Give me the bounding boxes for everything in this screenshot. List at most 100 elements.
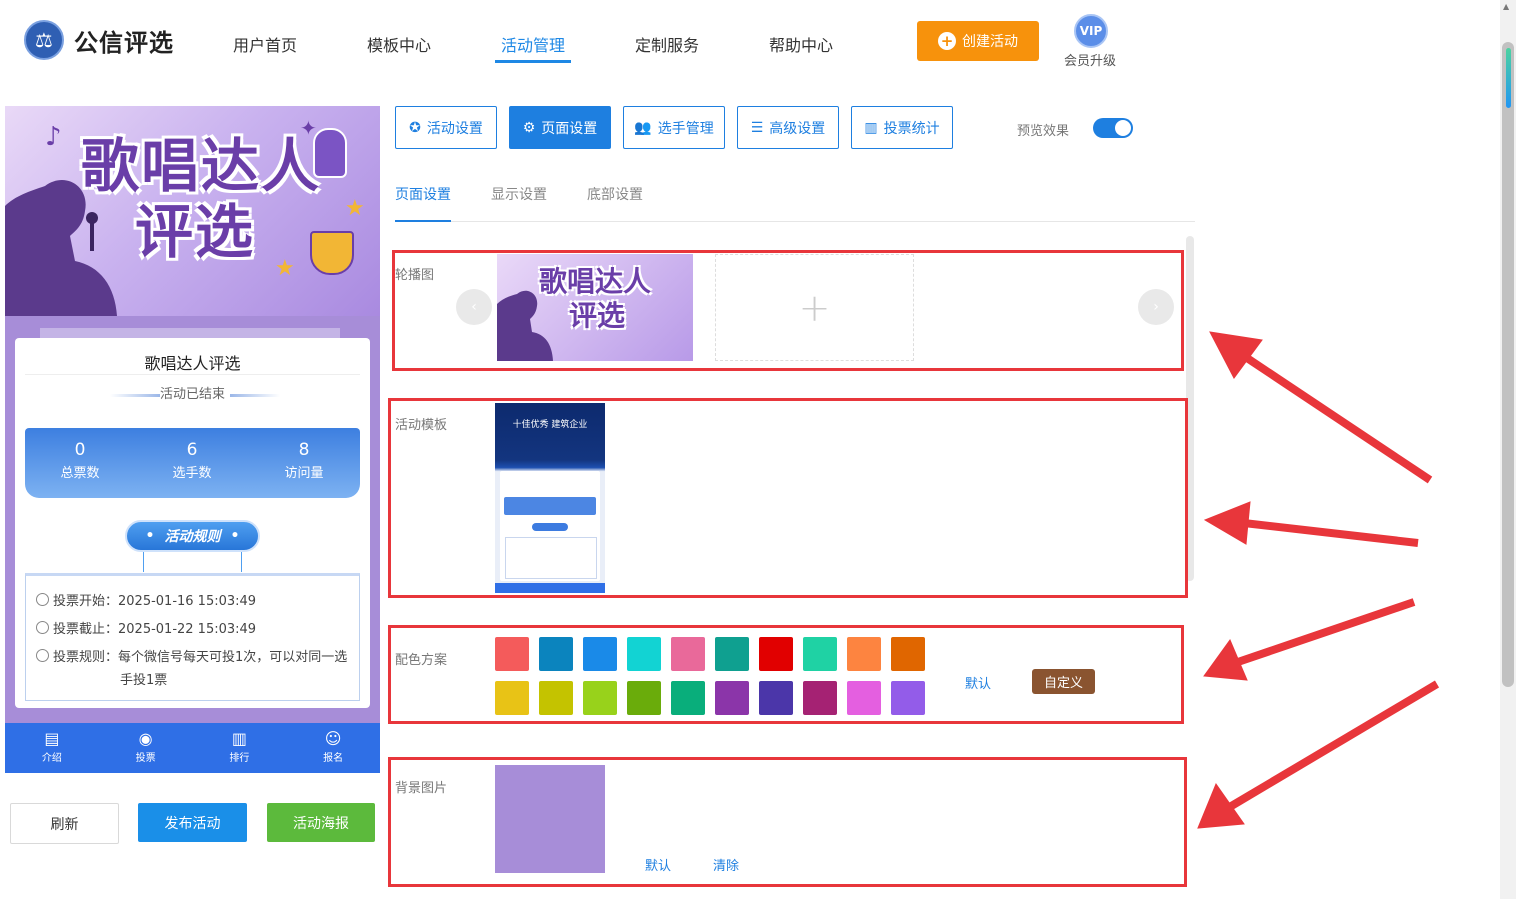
chevron-left-icon: ‹ <box>471 299 477 315</box>
button-label: 选手管理 <box>657 120 714 137</box>
nav-item-home[interactable]: 用户首页 <box>233 32 297 56</box>
color-swatch[interactable] <box>715 681 749 715</box>
nav-item-templates[interactable]: 模板中心 <box>367 32 431 56</box>
tab-vote[interactable]: ◉ 投票 <box>99 723 193 773</box>
stat-value: 8 <box>298 440 310 460</box>
color-swatch[interactable] <box>759 637 793 671</box>
activity-rules-button[interactable]: • 活动规则 • <box>125 520 260 552</box>
template-thumbnail[interactable]: 十佳优秀 建筑企业 <box>495 403 605 593</box>
background-clear-link[interactable]: 清除 <box>713 855 739 874</box>
carousel-label: 轮播图 <box>395 268 435 283</box>
color-swatch[interactable] <box>627 681 661 715</box>
tab-label: 介绍 <box>41 753 62 764</box>
carousel-image-text-2: 评选 <box>569 299 626 332</box>
background-default-link[interactable]: 默认 <box>645 855 671 874</box>
chevron-right-icon: › <box>1153 299 1159 315</box>
button-label: 投票统计 <box>883 120 940 137</box>
plus-icon: + <box>798 285 831 330</box>
rule-text: 投票规则：每个微信号每天可投1次，可以对同一选 <box>36 646 347 669</box>
color-swatch[interactable] <box>759 681 793 715</box>
color-swatch[interactable] <box>847 681 881 715</box>
tab-ranking[interactable]: ▥ 排行 <box>193 723 287 773</box>
users-icon: 👥 <box>634 119 652 136</box>
nav-item-activity-management[interactable]: 活动管理 <box>501 32 565 56</box>
button-label: 活动设置 <box>426 120 483 137</box>
color-swatch[interactable] <box>803 637 837 671</box>
color-default-link[interactable]: 默认 <box>965 673 991 692</box>
vip-icon[interactable]: VIP <box>1074 14 1108 48</box>
color-swatch[interactable] <box>583 637 617 671</box>
subtab-display-settings[interactable]: 显示设置 <box>491 184 547 204</box>
button-label: 页面设置 <box>541 120 598 137</box>
color-swatch[interactable] <box>495 681 529 715</box>
stat-visits: 8 访问量 <box>249 440 359 481</box>
advanced-settings-button[interactable]: ☰ 高级设置 <box>737 106 839 149</box>
subtab-footer-settings[interactable]: 底部设置 <box>587 184 643 204</box>
tab-signup[interactable]: ☺ 报名 <box>286 723 380 773</box>
color-swatch[interactable] <box>847 637 881 671</box>
settings-list-icon: ☰ <box>750 119 764 136</box>
info-icon <box>36 649 49 662</box>
logo[interactable]: ⚖ 公信评选 <box>24 20 174 60</box>
bar-chart-icon: ▥ <box>864 119 878 136</box>
create-activity-label: 创建活动 <box>962 34 1018 50</box>
color-swatch[interactable] <box>891 637 925 671</box>
activity-status: 活动已结束 <box>159 387 225 402</box>
arrow-carousel <box>1232 346 1433 484</box>
background-image-thumbnail[interactable] <box>495 765 605 873</box>
subtab-divider <box>395 221 1195 222</box>
member-upgrade-link[interactable]: 会员升级 <box>1064 50 1116 69</box>
arrow-background <box>1225 680 1440 812</box>
activity-settings-button[interactable]: ✪ 活动设置 <box>395 106 497 149</box>
publish-activity-button[interactable]: 发布活动 <box>138 803 247 842</box>
nav-item-custom-service[interactable]: 定制服务 <box>635 32 699 56</box>
status-decor-right <box>230 394 280 397</box>
refresh-button[interactable]: 刷新 <box>10 803 119 844</box>
music-note-icon: ♪ <box>45 122 62 152</box>
contestant-management-button[interactable]: 👥 选手管理 <box>623 106 725 149</box>
scroll-up-arrow-icon[interactable]: ▲ <box>1503 2 1509 11</box>
document-icon: ▤ <box>44 729 60 748</box>
template-tabbar <box>495 583 605 593</box>
add-carousel-image-button[interactable]: + <box>715 254 914 361</box>
template-label: 活动模板 <box>395 418 448 433</box>
tab-intro[interactable]: ▤ 介绍 <box>5 723 99 773</box>
plus-icon: + <box>938 32 956 50</box>
button-label: 高级设置 <box>769 120 826 137</box>
user-icon: ☺ <box>324 729 342 748</box>
stat-value: 6 <box>186 440 198 460</box>
color-swatch-row-1 <box>495 637 925 671</box>
color-swatch[interactable] <box>803 681 837 715</box>
card-tab <box>40 328 340 338</box>
toggle-knob <box>1115 120 1131 136</box>
color-swatch[interactable] <box>671 637 705 671</box>
color-swatch[interactable] <box>539 637 573 671</box>
chart-icon: ▥ <box>231 729 247 748</box>
arrow-head-colors <box>1203 638 1248 681</box>
color-custom-button[interactable]: 自定义 <box>1032 669 1095 694</box>
vote-statistics-button[interactable]: ▥ 投票统计 <box>851 106 953 149</box>
color-swatch[interactable] <box>715 637 749 671</box>
nav-item-help[interactable]: 帮助中心 <box>769 32 833 56</box>
carousel-next-button[interactable]: › <box>1138 289 1174 325</box>
carousel-image[interactable]: 歌唱达人 评选 <box>497 254 693 361</box>
subtab-active-indicator <box>395 220 451 222</box>
arrow-head-template <box>1203 501 1251 545</box>
scrollbar-thumb[interactable] <box>1502 42 1514 687</box>
subtab-page-settings[interactable]: 页面设置 <box>395 184 451 204</box>
color-swatch[interactable] <box>627 637 661 671</box>
star-icon-3: ★ <box>275 256 295 281</box>
color-swatch[interactable] <box>583 681 617 715</box>
page-settings-button[interactable]: ⚙ 页面设置 <box>509 106 611 149</box>
activity-poster-button[interactable]: 活动海报 <box>267 803 375 842</box>
rule-start-text: 投票开始：2025-01-16 15:03:49 <box>53 594 257 609</box>
color-swatch[interactable] <box>495 637 529 671</box>
preview-effect-label: 预览效果 <box>1017 124 1070 139</box>
carousel-prev-button[interactable]: ‹ <box>456 289 492 325</box>
color-swatch[interactable] <box>891 681 925 715</box>
create-activity-button[interactable]: + 创建活动 <box>917 21 1039 61</box>
rule-end-text: 投票截止：2025-01-22 15:03:49 <box>53 622 257 637</box>
color-swatch[interactable] <box>539 681 573 715</box>
singer-silhouette-icon <box>497 290 553 361</box>
color-swatch[interactable] <box>671 681 705 715</box>
